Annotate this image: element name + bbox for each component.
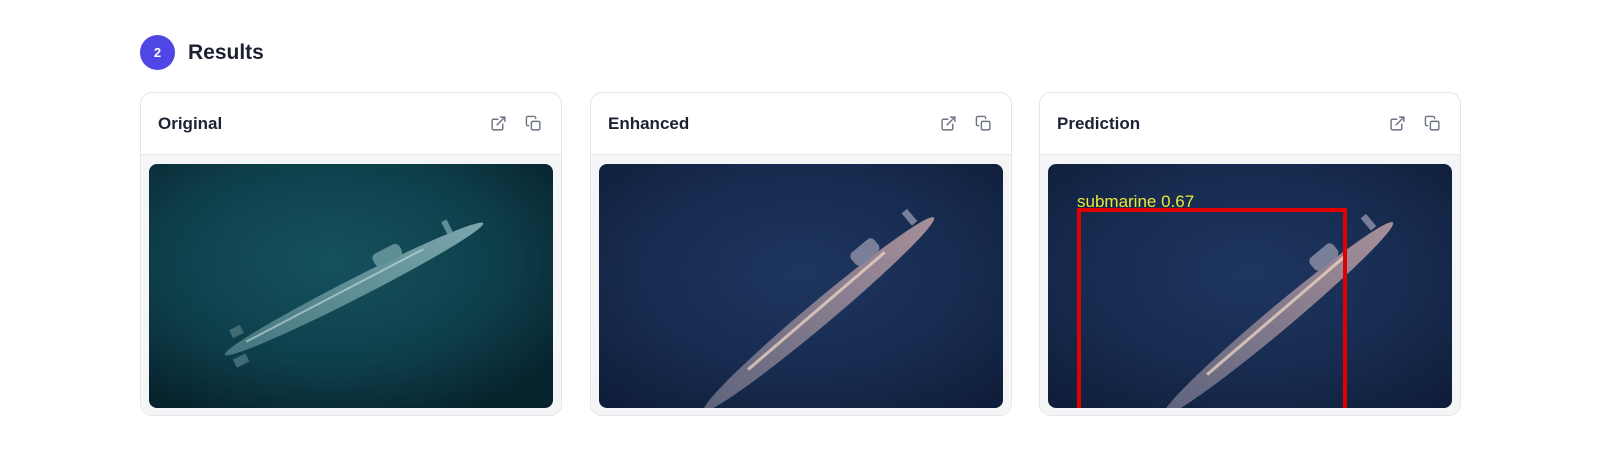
copy-icon[interactable]: [1420, 112, 1444, 136]
copy-icon[interactable]: [971, 112, 995, 136]
card-body: submarine 0.67: [1040, 155, 1460, 415]
open-external-icon[interactable]: [1385, 112, 1409, 136]
enhanced-image: [599, 163, 1003, 408]
section-title: Results: [188, 40, 264, 64]
original-image: [149, 163, 553, 408]
card-title: Original: [158, 113, 223, 133]
detection-label: submarine 0.67: [1077, 192, 1194, 211]
card-header: Original: [141, 93, 561, 155]
open-external-icon[interactable]: [936, 112, 960, 136]
card-body: [591, 155, 1011, 415]
result-card-prediction: Prediction submarine 0.67: [1039, 92, 1461, 416]
result-card-original: Original: [140, 92, 562, 416]
results-section-header: 2 Results: [140, 35, 264, 70]
result-card-enhanced: Enhanced: [590, 92, 1012, 416]
step-number-badge: 2: [140, 35, 175, 70]
card-title: Enhanced: [608, 113, 690, 133]
prediction-image: submarine 0.67: [1048, 163, 1452, 408]
copy-icon[interactable]: [521, 112, 545, 136]
open-external-icon[interactable]: [486, 112, 510, 136]
card-body: [141, 155, 561, 415]
card-header: Prediction: [1040, 93, 1460, 155]
card-header: Enhanced: [591, 93, 1011, 155]
card-title: Prediction: [1057, 113, 1141, 133]
